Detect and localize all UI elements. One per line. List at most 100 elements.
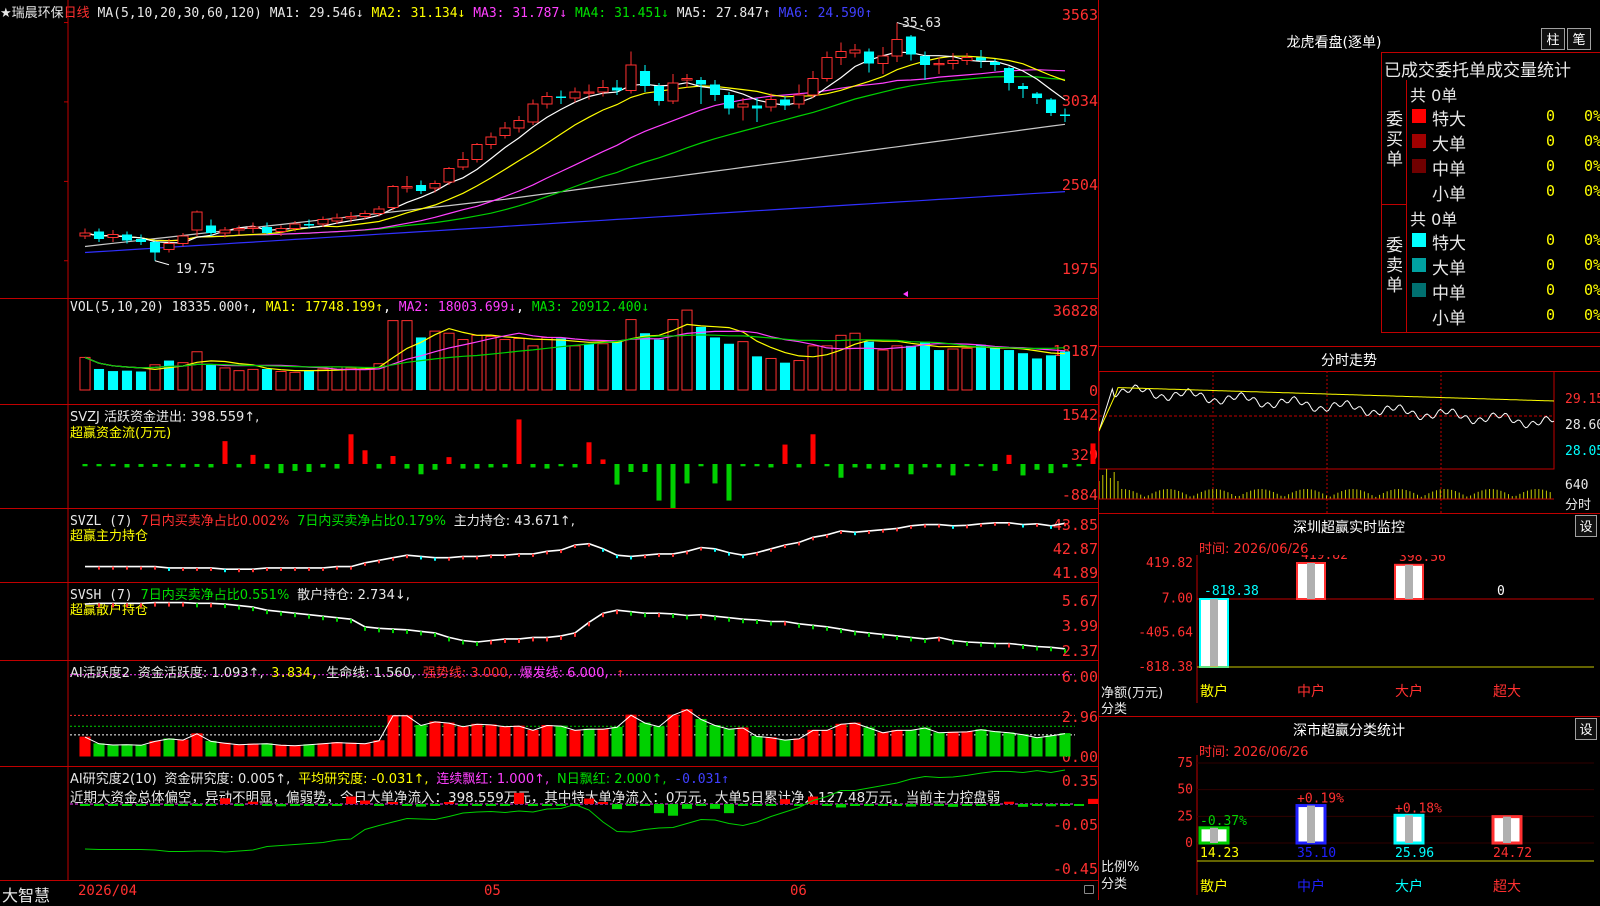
svzl-tick <box>812 537 814 541</box>
svzj-bar <box>320 464 326 468</box>
candle-down <box>1003 68 1015 83</box>
research-bar <box>429 804 441 806</box>
ai-research-chart[interactable] <box>0 766 1098 880</box>
volume-bar-down <box>723 343 735 390</box>
svsh-tick <box>196 603 198 608</box>
candle-up <box>849 49 861 54</box>
research-bar <box>233 804 245 806</box>
research-bar <box>107 804 119 806</box>
volume-pane[interactable]: VOL(5,10,20) 18335.000↑, MA1: 17748.199↑… <box>0 298 1098 405</box>
svzj-bar <box>1006 454 1012 464</box>
svzj-chart[interactable] <box>0 404 1098 508</box>
volume-bar-up <box>429 330 441 391</box>
fl-value-label: 24.72 <box>1493 846 1532 861</box>
sell-row-pct: 0% <box>1584 281 1600 299</box>
svzl-tick <box>266 567 268 571</box>
svsh-tick <box>574 632 576 637</box>
volume-bar-up <box>191 351 203 391</box>
volume-bar-down <box>1045 355 1057 390</box>
candle-down <box>653 86 665 101</box>
activity-bar <box>751 735 763 757</box>
ai-activity-chart[interactable] <box>0 660 1098 766</box>
research-bar <box>247 801 259 804</box>
column-mode-button[interactable]: 柱 <box>1541 28 1565 50</box>
volume-bar-up <box>317 368 329 391</box>
fl-bar-shade <box>1210 827 1218 843</box>
research-bar <box>919 804 931 806</box>
fl-y-tick: 75 <box>1177 756 1193 771</box>
svsh-tick <box>924 638 926 643</box>
svzl-tick <box>742 555 744 559</box>
sz-monitor-header: 深圳超赢实时监控 <box>1099 513 1600 538</box>
svzl-pane[interactable]: SVZL (7) 7日内买卖净占比0.002% 7日内买卖净占比0.179% 主… <box>0 508 1098 583</box>
lhb-title: 龙虎看盘(逐单) <box>1286 35 1382 51</box>
svsh-tick <box>448 637 450 642</box>
sz-value-label: -818.38 <box>1204 584 1259 599</box>
lhb-tabs[interactable]: 已成交委托单成交量统计 <box>1381 52 1600 81</box>
volume-chart[interactable] <box>0 298 1098 404</box>
activity-bar <box>289 745 301 757</box>
activity-bar <box>275 744 287 757</box>
svzl-tick <box>714 548 716 552</box>
sz-net-bar-chart[interactable]: 419.82 7.00 -405.64 -818.38 -818.38 散户 419.82 中… <box>1099 555 1600 715</box>
volume-bar-down <box>975 344 987 390</box>
svsh-tick <box>1050 647 1052 652</box>
volume-bar-up <box>821 345 833 391</box>
volume-bar-up <box>569 345 581 391</box>
candle-down <box>709 84 721 95</box>
candlestick-chart[interactable] <box>0 0 1098 298</box>
svzj-bar <box>250 454 256 464</box>
activity-bar <box>527 729 539 757</box>
activity-bar <box>429 721 441 757</box>
volume-bar-up <box>359 368 371 391</box>
kline-pane[interactable]: ★瑞晨环保日线 MA(5,10,20,30,60,120) MA1: 29.54… <box>0 0 1098 299</box>
research-bar <box>121 804 133 806</box>
svsh-tick <box>308 614 310 619</box>
svzj-bar <box>334 464 340 469</box>
volume-bar-up <box>541 336 553 391</box>
fl-bar-shade <box>1307 805 1315 843</box>
lock-icon[interactable] <box>1084 885 1094 894</box>
svzj-bar <box>516 419 522 464</box>
svsh-pane[interactable]: SVSH (7) 7日内买卖净占比0.551% 散户持仓: 2.734↓, 超赢… <box>0 582 1098 661</box>
research-bar <box>359 800 371 804</box>
research-bar <box>723 804 735 814</box>
svsh-chart[interactable] <box>0 582 1098 660</box>
svzj-bar <box>880 464 886 470</box>
research-bar <box>205 804 217 806</box>
order-table: 委买单 委卖单 共 0单 特大 0 0% 大单 0 0% 中单 0 0% <box>1381 80 1600 333</box>
svzl-tick <box>980 523 982 527</box>
svzj-bar <box>614 464 620 485</box>
fl-ratio-bar-chart[interactable]: 75 50 25 0 -0.37% 14.23 散户 +0.19% 35.10 中户 +0.18% 2… <box>1099 755 1600 900</box>
candle-down <box>919 56 931 65</box>
candle-up <box>821 57 833 79</box>
svzj-bar <box>390 456 396 464</box>
candle-up <box>499 127 511 136</box>
intraday-chart[interactable] <box>1099 371 1600 513</box>
svzl-chart[interactable] <box>0 508 1098 582</box>
svsh-tick <box>756 620 758 624</box>
ai-research-pane[interactable]: AI研究度2(10) 资金研究度: 0.005↑, 平均研究度: -0.031↑… <box>0 766 1098 880</box>
volume-bar-up <box>961 347 973 391</box>
sz-settings-button[interactable]: 设 <box>1575 515 1597 537</box>
volume-bar-down <box>135 371 147 390</box>
svzj-pane[interactable]: SVZJ 活跃资金进出: 398.559↑, 超赢资金流(万元) 1542 32… <box>0 404 1098 509</box>
volume-bar-down <box>205 364 217 390</box>
right-panel: 龙虎看盘(逐单) 柱 笔 已成交委托单成交量统计 委买单 委卖单 共 0单 特大… <box>1099 0 1600 900</box>
candle-up <box>541 96 553 105</box>
fl-change-label: +0.19% <box>1297 792 1344 807</box>
svzj-bar <box>166 464 172 467</box>
volume-bar-up <box>219 367 231 391</box>
fl-settings-button[interactable]: 设 <box>1575 718 1597 740</box>
svsh-tick <box>252 607 254 612</box>
activity-bar <box>205 740 217 757</box>
ai-activity-pane[interactable]: AI活跃度2 资金活跃度: 1.093↑, 3.834, 生命线: 1.560,… <box>0 660 1098 767</box>
svzl-tick <box>420 556 422 560</box>
research-bar <box>737 804 749 806</box>
volume-bar-up <box>527 345 539 391</box>
sz-category-label: 中户 <box>1297 683 1325 700</box>
candle-down <box>121 234 133 241</box>
sell-row: 中单 0 0% <box>1406 278 1600 304</box>
lhb-tab-label[interactable]: 已成交委托单成交量统计 <box>1384 56 1571 81</box>
pen-mode-button[interactable]: 笔 <box>1567 28 1591 50</box>
